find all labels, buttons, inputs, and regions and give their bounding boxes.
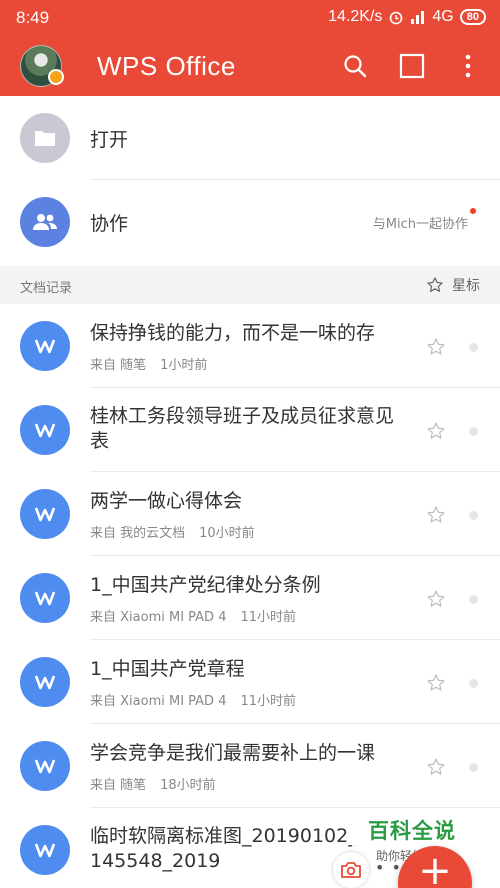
- status-dot: [469, 763, 478, 772]
- star-filter-label: 星标: [452, 278, 480, 294]
- battery-indicator: 80: [459, 9, 486, 25]
- folder-icon: [20, 113, 70, 163]
- status-dot: [469, 343, 478, 352]
- document-title: 临时软隔离标准图_20190102_145548_2019: [90, 825, 358, 872]
- section-header: 文档记录 星标: [0, 266, 500, 304]
- document-row[interactable]: 桂林工务段领导班子及成员征求意见表: [0, 388, 500, 472]
- open-label: 打开: [90, 129, 129, 151]
- document-meta: 来自 随笔 1小时前: [90, 358, 208, 373]
- collaborate-row[interactable]: 协作 与Mich一起协作: [0, 180, 500, 264]
- wps-doc-icon: [20, 741, 70, 791]
- wps-doc-icon: [20, 573, 70, 623]
- status-dot: [469, 427, 478, 436]
- multi-window-icon[interactable]: [399, 53, 425, 79]
- star-icon[interactable]: [426, 337, 446, 357]
- wps-doc-icon: [20, 321, 70, 371]
- open-row[interactable]: 打开: [0, 96, 500, 180]
- document-row[interactable]: 学会竞争是我们最需要补上的一课 来自 随笔 18小时前: [0, 724, 500, 808]
- status-dot: [469, 511, 478, 520]
- wps-doc-icon: [20, 405, 70, 455]
- status-dot: [469, 595, 478, 604]
- collaborate-label: 协作: [90, 213, 129, 235]
- alarm-icon: [390, 11, 403, 25]
- watermark-title: 百科全说: [368, 819, 456, 843]
- document-title: 1_中国共产党章程: [90, 658, 245, 680]
- document-meta: 来自 我的云文档 10小时前: [90, 526, 255, 541]
- document-row[interactable]: 两学一做心得体会 来自 我的云文档 10小时前: [0, 472, 500, 556]
- people-icon: [20, 197, 70, 247]
- star-icon: [427, 277, 443, 292]
- more-menu-icon[interactable]: [455, 53, 481, 79]
- app-title: WPS Office: [97, 51, 236, 81]
- status-bar: 8:49 14.2K/s 4G 80: [0, 0, 500, 36]
- app-bar: WPS Office: [0, 36, 500, 96]
- document-title: 保持挣钱的能力，而不是一味的存: [90, 322, 376, 344]
- wps-doc-icon: [20, 825, 70, 875]
- network-type: 4G: [432, 8, 454, 25]
- document-meta: 来自 Xiaomi MI PAD 4 11小时前: [90, 694, 297, 709]
- document-row[interactable]: 保持挣钱的能力，而不是一味的存 来自 随笔 1小时前: [0, 304, 500, 388]
- document-meta: 来自 Xiaomi MI PAD 4 11小时前: [90, 610, 297, 625]
- document-title: 桂林工务段领导班子及成员征求意见表: [90, 405, 395, 452]
- signal-icon: [411, 11, 425, 24]
- star-icon[interactable]: [426, 673, 446, 693]
- camera-button[interactable]: [333, 852, 369, 888]
- star-icon[interactable]: [426, 589, 446, 609]
- star-icon[interactable]: [426, 421, 446, 441]
- document-title: 1_中国共产党纪律处分条例: [90, 574, 321, 596]
- document-row[interactable]: 1_中国共产党纪律处分条例 来自 Xiaomi MI PAD 4 11小时前: [0, 556, 500, 640]
- star-filter-button[interactable]: 星标: [426, 275, 480, 295]
- star-icon[interactable]: [426, 757, 446, 777]
- wps-doc-icon: [20, 657, 70, 707]
- status-dot: [469, 679, 478, 688]
- search-icon[interactable]: [342, 53, 368, 79]
- document-meta: 来自 随笔 18小时前: [90, 778, 216, 793]
- wps-doc-icon: [20, 489, 70, 539]
- status-time: 8:49: [16, 8, 50, 27]
- document-row[interactable]: 1_中国共产党章程 来自 Xiaomi MI PAD 4 11小时前: [0, 640, 500, 724]
- star-icon[interactable]: [426, 505, 446, 525]
- document-title: 学会竞争是我们最需要补上的一课: [90, 742, 376, 764]
- notification-dot: [470, 208, 476, 214]
- section-title: 文档记录: [20, 281, 73, 296]
- camera-icon: [341, 862, 361, 878]
- network-speed: 14.2K/s: [328, 8, 383, 25]
- collaborate-hint: 与Mich一起协作: [372, 217, 468, 232]
- status-indicators: 14.2K/s 4G 80: [328, 8, 486, 26]
- vip-badge-icon: [48, 69, 64, 85]
- document-title: 两学一做心得体会: [90, 490, 243, 512]
